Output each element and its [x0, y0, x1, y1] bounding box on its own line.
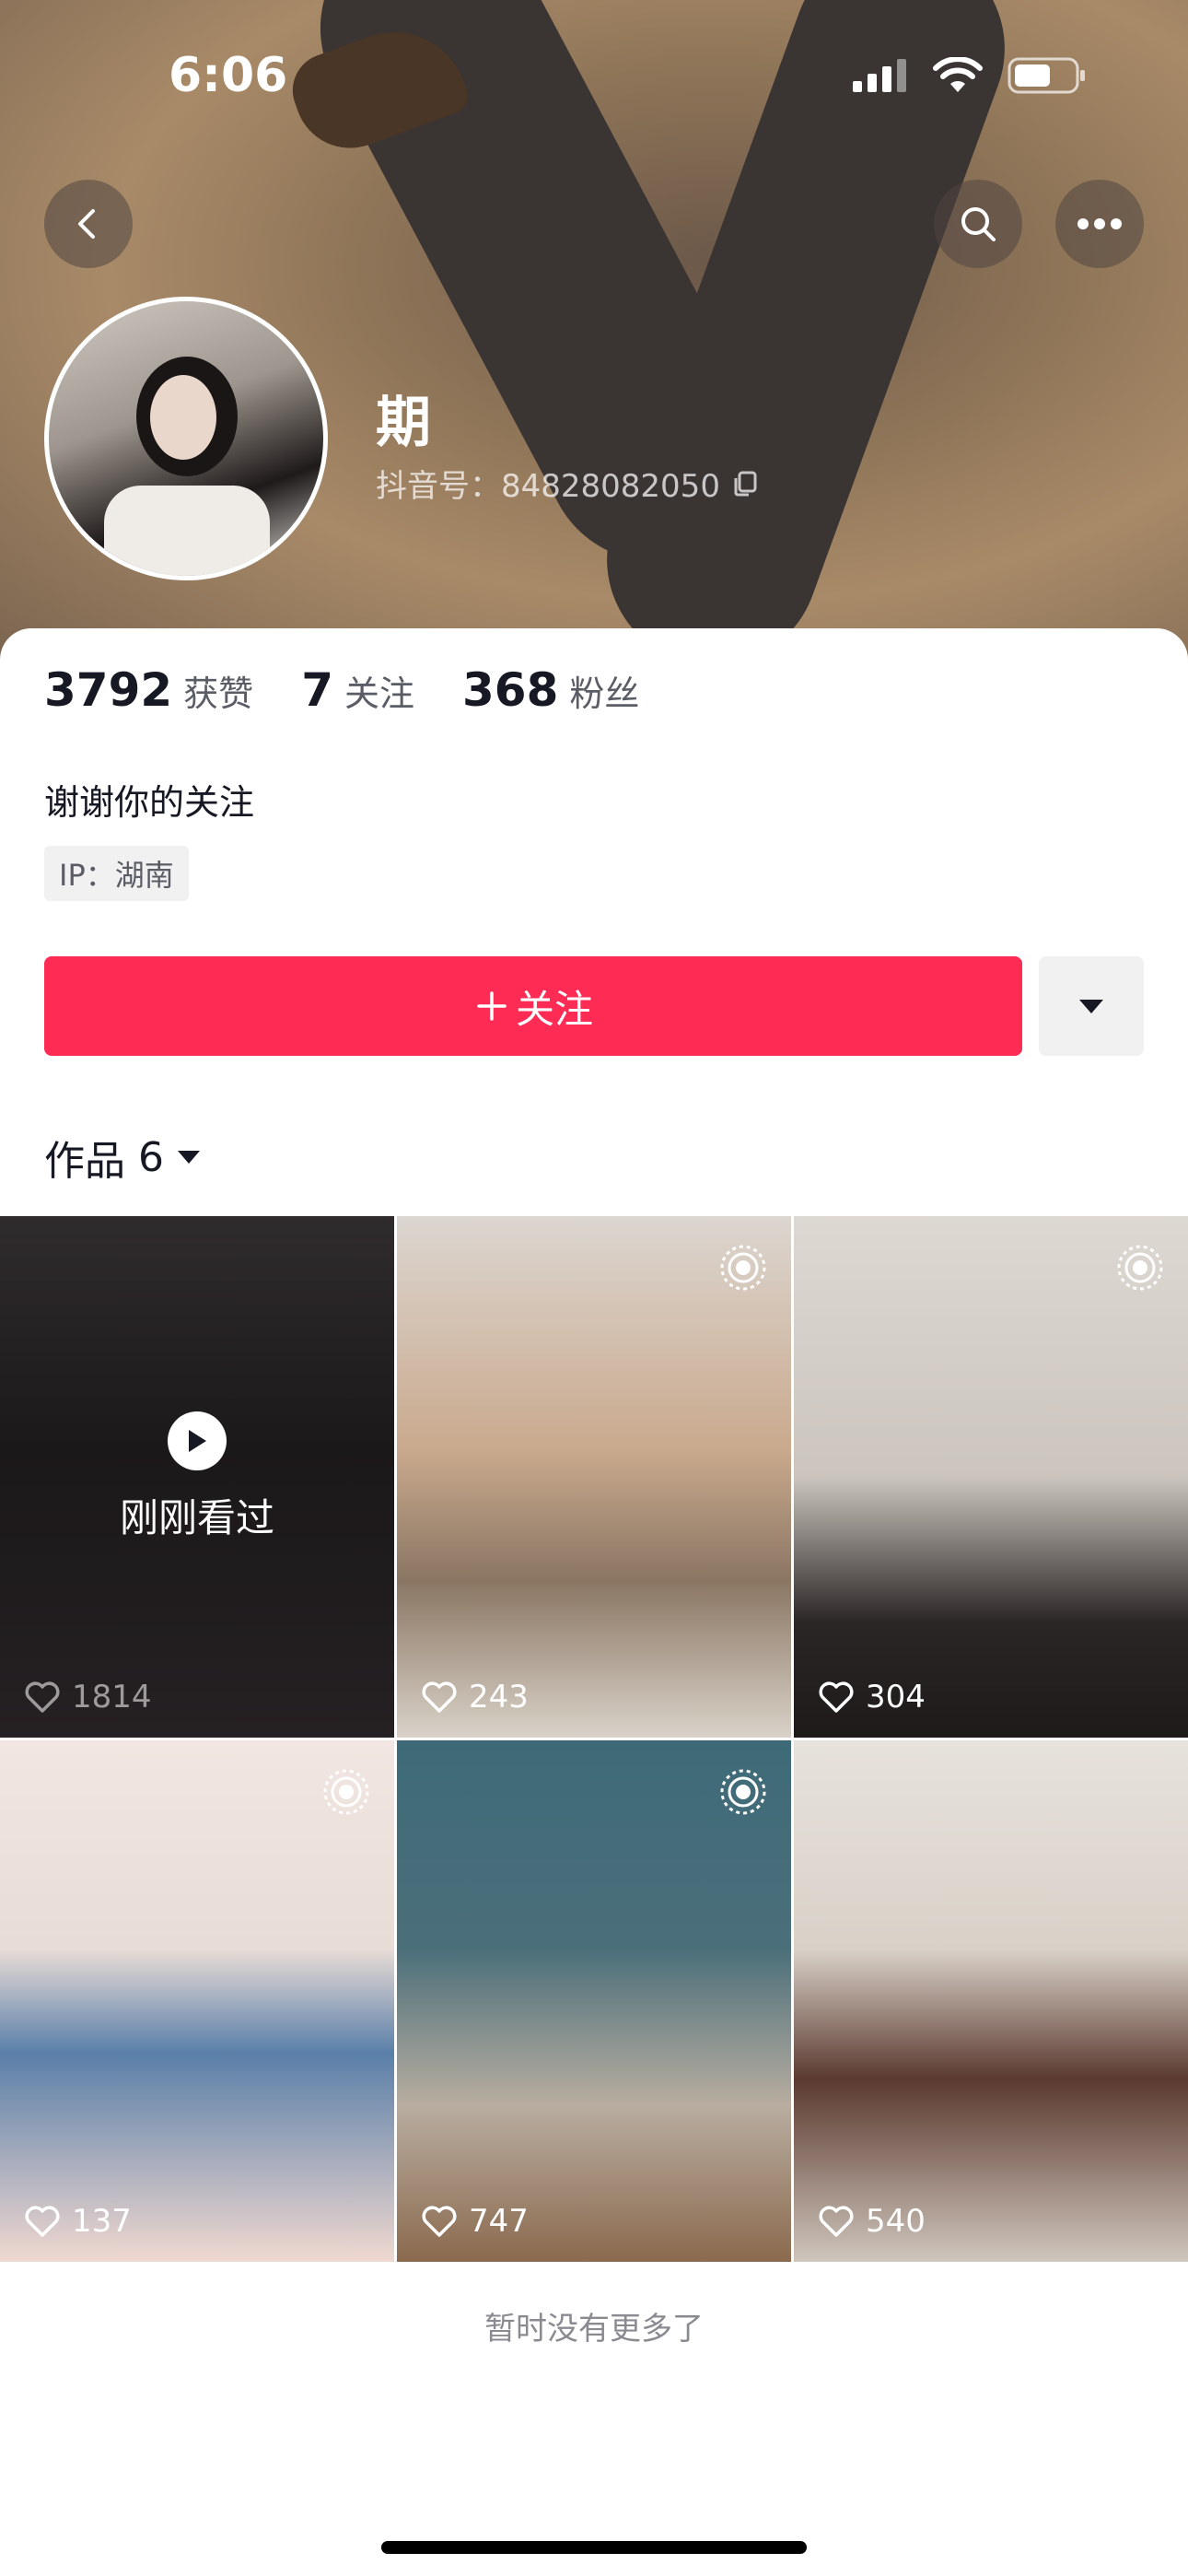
like-count-text: 540	[866, 2203, 926, 2240]
stat-following[interactable]: 7 关注	[301, 663, 414, 717]
live-icon	[323, 1769, 369, 1815]
like-count-text: 747	[469, 2203, 529, 2240]
video-thumbnail[interactable]: 747	[397, 1740, 791, 2262]
video-thumbnail[interactable]: 540	[794, 1740, 1188, 2262]
status-icons	[853, 57, 1087, 94]
back-button[interactable]	[44, 180, 133, 268]
like-count: 304	[818, 1679, 926, 1715]
live-icon	[1117, 1245, 1163, 1291]
douyin-id-text: 抖音号：84828082050	[376, 468, 720, 505]
recently-watched-badge: 刚刚看过	[0, 1216, 394, 1738]
follow-label: 关注	[515, 986, 593, 1032]
more-icon	[1077, 218, 1122, 229]
like-count-text: 1814	[72, 1679, 152, 1715]
play-icon	[168, 1411, 227, 1470]
video-thumbnail[interactable]: 137	[0, 1740, 394, 2262]
video-thumbnail[interactable]: 刚刚看过 1814	[0, 1216, 394, 1738]
search-button[interactable]	[934, 180, 1022, 268]
heart-icon	[25, 2206, 60, 2237]
caret-down-icon	[1079, 1000, 1103, 1013]
works-grid: 刚刚看过 1814 243 304 137 747 540	[0, 1216, 1188, 2262]
video-thumbnail[interactable]: 304	[794, 1216, 1188, 1738]
heart-icon	[422, 1681, 457, 1713]
stat-likes[interactable]: 3792 获赞	[44, 663, 253, 717]
works-count: 6	[138, 1133, 164, 1181]
douyin-id[interactable]: 抖音号：84828082050	[376, 461, 759, 506]
ip-location-badge: IP：湖南	[44, 846, 189, 901]
tab-works[interactable]: 作品 6	[44, 1128, 201, 1187]
profile-stats: 3792 获赞 7 关注 368 粉丝	[44, 663, 639, 717]
caret-down-icon	[178, 1151, 200, 1164]
more-options-button[interactable]	[1055, 180, 1144, 268]
profile-bio: 谢谢你的关注	[44, 782, 255, 823]
heart-icon	[25, 1681, 60, 1713]
live-icon	[720, 1769, 766, 1815]
search-icon	[961, 207, 996, 241]
recently-watched-label: 刚刚看过	[119, 1494, 274, 1540]
avatar[interactable]	[44, 297, 328, 580]
heart-icon	[819, 1681, 854, 1713]
back-icon	[78, 209, 95, 239]
stat-number: 7	[301, 663, 333, 717]
plus-icon	[477, 991, 507, 1021]
signal-icon	[853, 59, 906, 92]
wifi-icon	[933, 57, 983, 92]
like-count-text: 243	[469, 1679, 529, 1715]
more-actions-button[interactable]	[1039, 956, 1144, 1056]
battery-icon	[1007, 57, 1085, 94]
like-count: 1814	[24, 1679, 152, 1715]
stat-followers[interactable]: 368 粉丝	[462, 663, 639, 717]
end-of-list-text: 暂时没有更多了	[484, 2311, 704, 2348]
stat-number: 368	[462, 663, 559, 717]
heart-icon	[422, 2206, 457, 2237]
stat-number: 3792	[44, 663, 173, 717]
stat-label: 获赞	[183, 673, 254, 714]
like-count-text: 304	[866, 1679, 926, 1715]
avatar-decoration	[150, 375, 216, 460]
like-count: 747	[421, 2203, 529, 2240]
status-bar: 6:06	[0, 0, 1188, 157]
like-count: 243	[421, 1679, 529, 1715]
avatar-decoration	[104, 486, 270, 576]
copy-icon[interactable]	[731, 470, 759, 498]
stat-label: 粉丝	[569, 673, 640, 714]
profile-name: 期	[376, 391, 431, 455]
video-thumbnail[interactable]: 243	[397, 1216, 791, 1738]
like-count-text: 137	[72, 2203, 132, 2240]
home-indicator[interactable]	[381, 2541, 807, 2554]
stat-label: 关注	[344, 673, 414, 714]
heart-icon	[819, 2206, 854, 2237]
live-icon	[720, 1245, 766, 1291]
works-label: 作品	[44, 1138, 125, 1185]
like-count: 137	[24, 2203, 132, 2240]
follow-button[interactable]: 关注	[44, 956, 1022, 1056]
like-count: 540	[818, 2203, 926, 2240]
status-time: 6:06	[169, 48, 288, 103]
